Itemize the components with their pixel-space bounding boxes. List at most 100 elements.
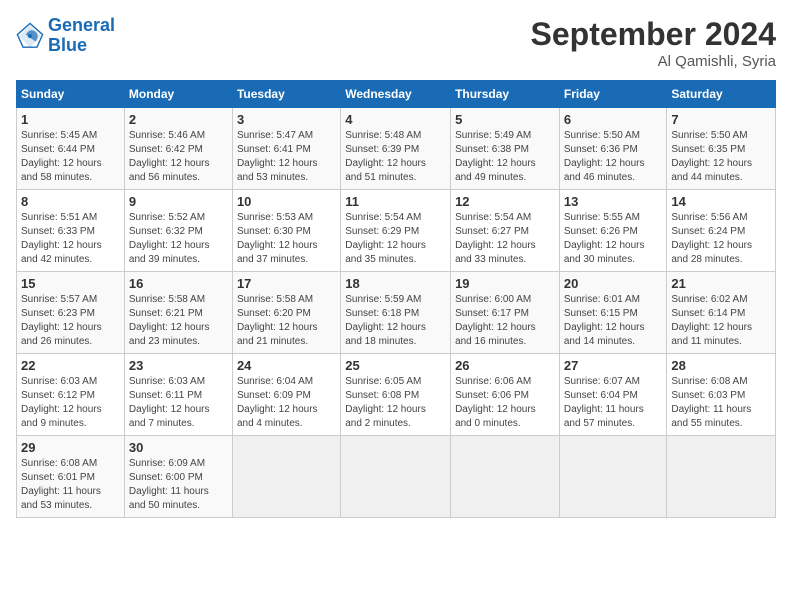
calendar-day-cell: 6Sunrise: 5:50 AM Sunset: 6:36 PM Daylig… bbox=[559, 108, 667, 190]
day-number: 5 bbox=[455, 112, 555, 127]
logo: General Blue bbox=[16, 16, 115, 56]
calendar-day-cell: 16Sunrise: 5:58 AM Sunset: 6:21 PM Dayli… bbox=[124, 272, 232, 354]
day-info: Sunrise: 5:49 AM Sunset: 6:38 PM Dayligh… bbox=[455, 129, 555, 185]
day-info: Sunrise: 5:52 AM Sunset: 6:32 PM Dayligh… bbox=[129, 211, 228, 267]
day-of-week-header: Friday bbox=[559, 81, 667, 108]
day-info: Sunrise: 6:07 AM Sunset: 6:04 PM Dayligh… bbox=[564, 375, 663, 431]
day-info: Sunrise: 5:54 AM Sunset: 6:27 PM Dayligh… bbox=[455, 211, 555, 267]
day-number: 10 bbox=[237, 194, 336, 209]
calendar-header: SundayMondayTuesdayWednesdayThursdayFrid… bbox=[17, 81, 776, 108]
empty-day-cell bbox=[451, 436, 560, 518]
calendar-day-cell: 14 Sunrise: 5:56 AM Sunset: 6:24 PM Dayli… bbox=[667, 190, 776, 272]
logo-line2: Blue bbox=[48, 35, 87, 55]
day-info: Sunrise: 6:05 AM Sunset: 6:08 PM Dayligh… bbox=[345, 375, 446, 431]
day-info: Sunrise: 5:59 AM Sunset: 6:18 PM Dayligh… bbox=[345, 293, 446, 349]
day-info: Sunrise: 5:46 AM Sunset: 6:42 PM Dayligh… bbox=[129, 129, 228, 185]
day-number: 11 bbox=[345, 194, 446, 209]
calendar-day-cell: 25 Sunrise: 6:05 AM Sunset: 6:08 PM Dayli… bbox=[341, 354, 451, 436]
day-info: Sunrise: 6:02 AM Sunset: 6:14 PM Dayligh… bbox=[671, 293, 771, 349]
calendar-week-row: 29 Sunrise: 6:08 AM Sunset: 6:01 PM Dayli… bbox=[17, 436, 776, 518]
month-title: September 2024 bbox=[531, 16, 776, 53]
day-info: Sunrise: 6:08 AM Sunset: 6:01 PM Dayligh… bbox=[21, 457, 120, 513]
calendar-day-cell: 18 Sunrise: 5:59 AM Sunset: 6:18 PM Dayli… bbox=[341, 272, 451, 354]
day-number: 18 bbox=[345, 276, 446, 291]
day-of-week-header: Monday bbox=[124, 81, 232, 108]
logo-line1: General bbox=[48, 15, 115, 35]
day-number: 4 bbox=[345, 112, 446, 127]
day-info: Sunrise: 5:48 AM Sunset: 6:39 PM Dayligh… bbox=[345, 129, 446, 185]
day-info: Sunrise: 5:58 AM Sunset: 6:21 PM Dayligh… bbox=[129, 293, 228, 349]
day-number: 22 bbox=[21, 358, 120, 373]
page-header: General Blue September 2024 Al Qamishli,… bbox=[16, 16, 776, 70]
calendar-day-cell: 23 Sunrise: 6:03 AM Sunset: 6:11 PM Dayli… bbox=[124, 354, 232, 436]
day-number: 3 bbox=[237, 112, 336, 127]
day-info: Sunrise: 5:58 AM Sunset: 6:20 PM Dayligh… bbox=[237, 293, 336, 349]
day-number: 15 bbox=[21, 276, 120, 291]
day-info: Sunrise: 6:03 AM Sunset: 6:11 PM Dayligh… bbox=[129, 375, 228, 431]
day-number: 26 bbox=[455, 358, 555, 373]
day-header-row: SundayMondayTuesdayWednesdayThursdayFrid… bbox=[17, 81, 776, 108]
calendar-day-cell: 1Sunrise: 5:45 AM Sunset: 6:44 PM Daylig… bbox=[17, 108, 125, 190]
day-info: Sunrise: 6:06 AM Sunset: 6:06 PM Dayligh… bbox=[455, 375, 555, 431]
day-number: 13 bbox=[564, 194, 663, 209]
day-info: Sunrise: 6:01 AM Sunset: 6:15 PM Dayligh… bbox=[564, 293, 663, 349]
empty-day-cell bbox=[341, 436, 451, 518]
calendar-day-cell: 28 Sunrise: 6:08 AM Sunset: 6:03 PM Dayli… bbox=[667, 354, 776, 436]
calendar-day-cell: 30 Sunrise: 6:09 AM Sunset: 6:00 PM Dayli… bbox=[124, 436, 232, 518]
title-block: September 2024 Al Qamishli, Syria bbox=[531, 16, 776, 70]
day-of-week-header: Tuesday bbox=[232, 81, 340, 108]
day-number: 28 bbox=[671, 358, 771, 373]
day-number: 21 bbox=[671, 276, 771, 291]
calendar-day-cell: 27Sunrise: 6:07 AM Sunset: 6:04 PM Dayli… bbox=[559, 354, 667, 436]
calendar-day-cell: 8 Sunrise: 5:51 AM Sunset: 6:33 PM Daylig… bbox=[17, 190, 125, 272]
day-info: Sunrise: 5:56 AM Sunset: 6:24 PM Dayligh… bbox=[671, 211, 771, 267]
calendar-day-cell: 3 Sunrise: 5:47 AM Sunset: 6:41 PM Daylig… bbox=[232, 108, 340, 190]
day-number: 7 bbox=[671, 112, 771, 127]
day-info: Sunrise: 6:09 AM Sunset: 6:00 PM Dayligh… bbox=[129, 457, 228, 513]
day-number: 19 bbox=[455, 276, 555, 291]
calendar-day-cell: 9 Sunrise: 5:52 AM Sunset: 6:32 PM Daylig… bbox=[124, 190, 232, 272]
day-info: Sunrise: 6:00 AM Sunset: 6:17 PM Dayligh… bbox=[455, 293, 555, 349]
day-info: Sunrise: 5:53 AM Sunset: 6:30 PM Dayligh… bbox=[237, 211, 336, 267]
location: Al Qamishli, Syria bbox=[531, 53, 776, 70]
day-number: 29 bbox=[21, 440, 120, 455]
calendar-day-cell: 22Sunrise: 6:03 AM Sunset: 6:12 PM Dayli… bbox=[17, 354, 125, 436]
calendar-day-cell: 10 Sunrise: 5:53 AM Sunset: 6:30 PM Dayli… bbox=[232, 190, 340, 272]
day-number: 9 bbox=[129, 194, 228, 209]
day-info: Sunrise: 6:08 AM Sunset: 6:03 PM Dayligh… bbox=[671, 375, 771, 431]
day-info: Sunrise: 5:50 AM Sunset: 6:35 PM Dayligh… bbox=[671, 129, 771, 185]
calendar-day-cell: 2Sunrise: 5:46 AM Sunset: 6:42 PM Daylig… bbox=[124, 108, 232, 190]
calendar-day-cell: 21 Sunrise: 6:02 AM Sunset: 6:14 PM Dayli… bbox=[667, 272, 776, 354]
day-info: Sunrise: 5:51 AM Sunset: 6:33 PM Dayligh… bbox=[21, 211, 120, 267]
day-number: 12 bbox=[455, 194, 555, 209]
calendar-day-cell: 4 Sunrise: 5:48 AM Sunset: 6:39 PM Daylig… bbox=[341, 108, 451, 190]
day-number: 25 bbox=[345, 358, 446, 373]
day-of-week-header: Sunday bbox=[17, 81, 125, 108]
day-of-week-header: Thursday bbox=[451, 81, 560, 108]
calendar-week-row: 15Sunrise: 5:57 AM Sunset: 6:23 PM Dayli… bbox=[17, 272, 776, 354]
calendar-day-cell: 26 Sunrise: 6:06 AM Sunset: 6:06 PM Dayli… bbox=[451, 354, 560, 436]
calendar-day-cell: 20 Sunrise: 6:01 AM Sunset: 6:15 PM Dayli… bbox=[559, 272, 667, 354]
day-info: Sunrise: 5:55 AM Sunset: 6:26 PM Dayligh… bbox=[564, 211, 663, 267]
calendar-day-cell: 7 Sunrise: 5:50 AM Sunset: 6:35 PM Daylig… bbox=[667, 108, 776, 190]
day-number: 17 bbox=[237, 276, 336, 291]
calendar-week-row: 1Sunrise: 5:45 AM Sunset: 6:44 PM Daylig… bbox=[17, 108, 776, 190]
logo-text: General Blue bbox=[48, 16, 115, 56]
calendar-day-cell: 24Sunrise: 6:04 AM Sunset: 6:09 PM Dayli… bbox=[232, 354, 340, 436]
day-number: 20 bbox=[564, 276, 663, 291]
day-number: 23 bbox=[129, 358, 228, 373]
day-info: Sunrise: 5:50 AM Sunset: 6:36 PM Dayligh… bbox=[564, 129, 663, 185]
calendar-day-cell: 5 Sunrise: 5:49 AM Sunset: 6:38 PM Daylig… bbox=[451, 108, 560, 190]
day-of-week-header: Wednesday bbox=[341, 81, 451, 108]
calendar-week-row: 8 Sunrise: 5:51 AM Sunset: 6:33 PM Daylig… bbox=[17, 190, 776, 272]
calendar-week-row: 22Sunrise: 6:03 AM Sunset: 6:12 PM Dayli… bbox=[17, 354, 776, 436]
calendar-day-cell: 11Sunrise: 5:54 AM Sunset: 6:29 PM Dayli… bbox=[341, 190, 451, 272]
day-number: 14 bbox=[671, 194, 771, 209]
day-info: Sunrise: 5:47 AM Sunset: 6:41 PM Dayligh… bbox=[237, 129, 336, 185]
calendar-day-cell: 13 Sunrise: 5:55 AM Sunset: 6:26 PM Dayli… bbox=[559, 190, 667, 272]
day-number: 8 bbox=[21, 194, 120, 209]
day-number: 1 bbox=[21, 112, 120, 127]
day-number: 30 bbox=[129, 440, 228, 455]
day-info: Sunrise: 6:04 AM Sunset: 6:09 PM Dayligh… bbox=[237, 375, 336, 431]
calendar-body: 1Sunrise: 5:45 AM Sunset: 6:44 PM Daylig… bbox=[17, 108, 776, 518]
